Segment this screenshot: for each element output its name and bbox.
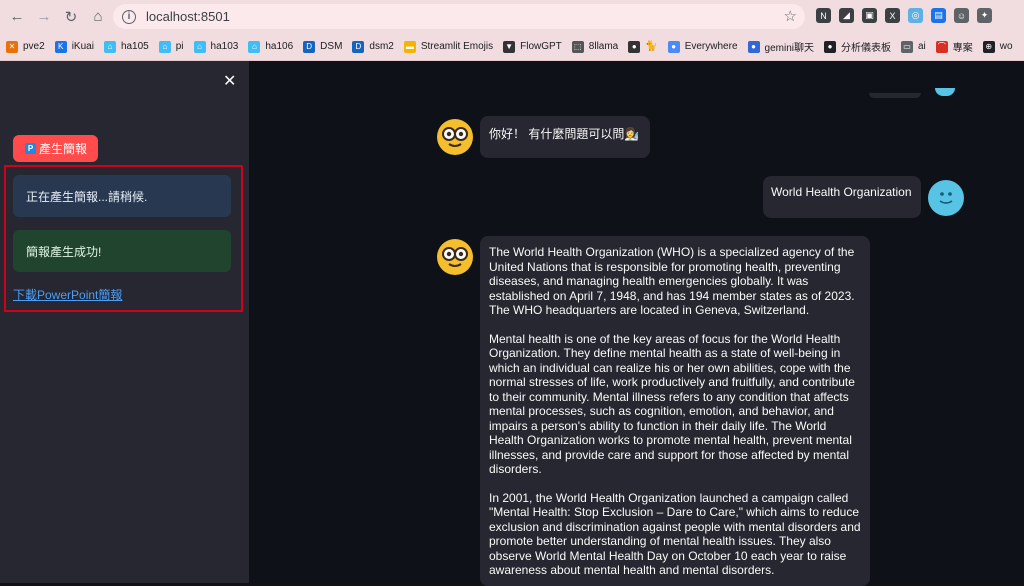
address-bar[interactable]: i localhost:8501 ☆ bbox=[113, 4, 805, 29]
user-message: World Health Organization bbox=[763, 176, 921, 218]
bookmark-item[interactable]: ⌂ pi bbox=[158, 40, 184, 53]
bookmark-icon: ⬚ bbox=[571, 40, 584, 53]
info-alert: 正在產生簡報...請稍候. bbox=[13, 175, 231, 217]
bookmark-icon: ⌂ bbox=[193, 40, 206, 53]
assistant-message: 你好！ 有什麼問題可以問👩‍🔬 bbox=[480, 116, 650, 158]
response-paragraph: The World Health Organization (WHO) is a… bbox=[489, 245, 855, 317]
extension-icon[interactable]: ▣ bbox=[862, 8, 877, 23]
response-paragraph: In 2001, the World Health Organization l… bbox=[489, 490, 861, 578]
bookmark-icon: ● bbox=[628, 40, 641, 53]
bookmark-item[interactable]: D DSM bbox=[303, 40, 343, 53]
browser-toolbar: ← → ↻ ⌂ i localhost:8501 ☆ N ◢ ▣ X ◎ ▤ ☺… bbox=[0, 0, 1024, 33]
bookmark-label: iKuai bbox=[71, 41, 94, 52]
user-message-text: World Health Organization bbox=[771, 185, 912, 199]
bookmark-label: Streamlit Emojis bbox=[420, 41, 494, 52]
extension-icon[interactable]: ◎ bbox=[908, 8, 923, 23]
bookmark-icon: ⌂ bbox=[103, 40, 116, 53]
bookmark-item[interactable]: ● 分析儀表板 bbox=[823, 39, 891, 54]
bookmarks-bar: ✕ pve2 KiKuai ⌂ ha105 ⌂ pi ⌂ ha103 ⌂ ha106 D DSM Ddsm… bbox=[0, 33, 1024, 61]
bookmark-label: 8llama bbox=[588, 41, 619, 52]
bot-avatar bbox=[437, 119, 473, 155]
nerd-face-icon bbox=[442, 127, 468, 147]
bookmark-item[interactable]: KiKuai bbox=[54, 40, 94, 53]
bookmark-label: DSM bbox=[320, 41, 343, 52]
extension-icon[interactable]: ◢ bbox=[839, 8, 854, 23]
bookmark-item[interactable]: ● Everywhere bbox=[667, 40, 738, 53]
close-sidebar-icon[interactable]: ✕ bbox=[223, 71, 236, 91]
bookmark-label: dsm2 bbox=[369, 41, 394, 52]
bookmark-icon: ⊕ bbox=[982, 40, 995, 53]
success-alert: 簡報產生成功! bbox=[13, 230, 231, 272]
bookmark-icon: ● bbox=[823, 40, 836, 53]
bookmark-label: ha105 bbox=[120, 41, 149, 52]
success-alert-text: 簡報產生成功! bbox=[26, 244, 102, 259]
bookmark-label: 🐈 bbox=[645, 41, 658, 52]
bookmark-label: wo bbox=[999, 41, 1013, 52]
bookmark-item[interactable]: ⬚ 8llama bbox=[571, 40, 619, 53]
bookmark-icon: ⌂ bbox=[158, 40, 171, 53]
bookmark-item[interactable]: ▬ Streamlit Emojis bbox=[403, 40, 494, 53]
bookmark-icon: D bbox=[352, 40, 365, 53]
generate-button-label: 產生簡報 bbox=[39, 142, 88, 156]
bookmark-icon: ✕ bbox=[6, 40, 18, 53]
bot-avatar bbox=[437, 239, 473, 275]
info-alert-text: 正在產生簡報...請稍候. bbox=[26, 189, 148, 204]
bookmark-icon: ▬ bbox=[403, 40, 416, 53]
previous-message-bubble bbox=[869, 93, 921, 98]
generate-presentation-button[interactable]: P 產生簡報 bbox=[13, 135, 98, 162]
bookmark-item[interactable]: ● 🐈 bbox=[628, 40, 658, 53]
bookmark-icon: ● bbox=[747, 40, 760, 53]
bookmark-item[interactable]: ▭ ai bbox=[900, 40, 926, 53]
extensions-row: N ◢ ▣ X ◎ ▤ ☺ ✦ bbox=[816, 8, 992, 23]
bookmark-icon: ⌒ bbox=[935, 40, 948, 53]
bookmark-icon: K bbox=[54, 40, 67, 53]
powerpoint-icon: P bbox=[25, 143, 36, 154]
extension-icon[interactable]: ☺ bbox=[954, 8, 969, 23]
bookmark-label: ai bbox=[917, 41, 926, 52]
bookmark-item[interactable]: ● gemini聊天 bbox=[747, 39, 814, 54]
response-paragraph: Mental health is one of the key areas of… bbox=[489, 331, 855, 477]
bookmark-star-icon[interactable]: ☆ bbox=[784, 7, 797, 25]
home-icon[interactable]: ⌂ bbox=[88, 7, 108, 27]
reload-icon[interactable]: ↻ bbox=[61, 7, 81, 27]
bookmark-item[interactable]: ⌂ ha106 bbox=[248, 40, 294, 53]
bookmark-label: ha106 bbox=[265, 41, 294, 52]
bookmark-item[interactable]: ⌒ 專案 bbox=[935, 39, 973, 54]
bookmark-icon: ⌂ bbox=[248, 40, 261, 53]
bookmark-icon: D bbox=[303, 40, 316, 53]
back-arrow-icon[interactable]: ← bbox=[7, 7, 27, 27]
download-pptx-link[interactable]: 下載PowerPoint簡報 bbox=[13, 286, 122, 303]
bookmark-item[interactable]: ⌂ ha105 bbox=[103, 40, 149, 53]
bookmark-item[interactable]: ⌂ ha103 bbox=[193, 40, 239, 53]
smiley-icon bbox=[939, 192, 953, 204]
bookmark-label: FlowGPT bbox=[520, 41, 562, 52]
bookmark-label: pve2 bbox=[23, 41, 45, 52]
site-info-icon[interactable]: i bbox=[122, 9, 136, 24]
bookmark-label: ha103 bbox=[210, 41, 239, 52]
extension-icon[interactable]: X bbox=[885, 8, 900, 23]
bookmark-icon: ● bbox=[667, 40, 680, 53]
bookmark-item[interactable]: ▼ FlowGPT bbox=[503, 40, 562, 53]
bookmark-icon: ▼ bbox=[503, 40, 516, 53]
bookmark-label: gemini聊天 bbox=[764, 43, 814, 54]
extension-icon[interactable]: ▤ bbox=[931, 8, 946, 23]
user-avatar bbox=[928, 180, 964, 216]
bookmark-label: Everywhere bbox=[684, 41, 738, 52]
bookmark-icon: ▭ bbox=[900, 40, 913, 53]
notion-extension-icon[interactable]: N bbox=[816, 8, 831, 23]
puzzle-extension-icon[interactable]: ✦ bbox=[977, 8, 992, 23]
forward-arrow-icon[interactable]: → bbox=[34, 7, 54, 27]
nerd-face-icon bbox=[442, 247, 468, 267]
bookmark-label: 分析儀表板 bbox=[840, 43, 891, 54]
bookmark-label: 專案 bbox=[952, 43, 973, 54]
bookmark-label: pi bbox=[175, 41, 184, 52]
assistant-greeting-text: 你好！ 有什麼問題可以問👩‍🔬 bbox=[489, 127, 640, 141]
bookmark-item[interactable]: Ddsm2 bbox=[352, 40, 394, 53]
assistant-response: The World Health Organization (WHO) is a… bbox=[480, 236, 870, 586]
bookmark-item[interactable]: ⊕ wo bbox=[982, 40, 1013, 53]
bookmark-item[interactable]: ✕ pve2 bbox=[6, 40, 45, 53]
url-text: localhost:8501 bbox=[146, 9, 230, 24]
